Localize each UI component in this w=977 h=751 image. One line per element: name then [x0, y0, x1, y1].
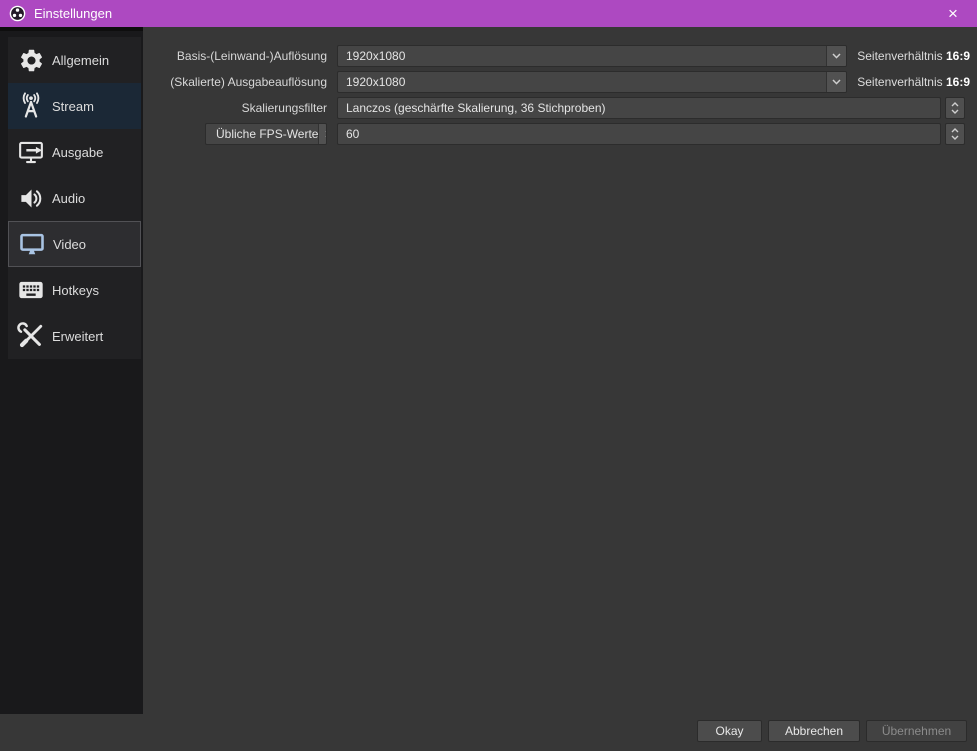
sidebar-item-video[interactable]: Video: [8, 221, 141, 267]
fps-value: 60: [346, 127, 360, 141]
sidebar-item-audio[interactable]: Audio: [8, 175, 141, 221]
output-aspect-ratio: Seitenverhältnis 16:9: [857, 75, 970, 89]
downscale-filter-row: Skalierungsfilter Lanczos (geschärfte Sk…: [151, 97, 965, 119]
base-resolution-label: Basis-(Leinwand-)Auflösung: [176, 49, 327, 63]
sidebar-item-hotkeys[interactable]: Hotkeys: [8, 267, 141, 313]
downscale-filter-label: Skalierungsfilter: [241, 101, 327, 115]
output-resolution-value: 1920x1080: [346, 75, 406, 89]
monitor-icon: [15, 230, 49, 258]
sidebar-item-label: Erweitert: [52, 328, 104, 344]
fps-type-value: Übliche FPS-Werte: [216, 127, 319, 141]
monitor-arrow-icon: [14, 138, 48, 166]
gear-icon: [14, 47, 48, 74]
apply-button: Übernehmen: [866, 720, 967, 742]
titlebar: Einstellungen ×: [0, 0, 977, 27]
base-aspect-value: 16:9: [945, 49, 970, 63]
sidebar-item-erweitert[interactable]: Erweitert: [8, 313, 141, 359]
antenna-icon: [14, 92, 48, 120]
okay-button[interactable]: Okay: [697, 720, 762, 742]
obs-logo-icon: [9, 5, 26, 22]
speaker-icon: [14, 185, 48, 212]
output-resolution-row: (Skalierte) Ausgabeauflösung 1920x1080 S…: [151, 71, 970, 93]
spinner-icon[interactable]: [945, 97, 965, 119]
cancel-button[interactable]: Abbrechen: [768, 720, 860, 742]
base-resolution-value: 1920x1080: [346, 49, 406, 63]
downscale-filter-combobox[interactable]: Lanczos (geschärfte Skalierung, 36 Stich…: [337, 97, 941, 119]
window-title: Einstellungen: [34, 6, 113, 21]
chevron-down-icon[interactable]: [826, 46, 846, 66]
base-resolution-row: Basis-(Leinwand-)Auflösung 1920x1080 Sei…: [151, 45, 970, 67]
output-resolution-label: (Skalierte) Ausgabeauflösung: [170, 75, 327, 89]
sidebar-item-label: Video: [53, 236, 87, 252]
sidebar-item-allgemein[interactable]: Allgemein: [8, 37, 141, 83]
sidebar-item-label: Allgemein: [52, 52, 110, 68]
output-resolution-combobox[interactable]: 1920x1080: [337, 71, 847, 93]
base-resolution-combobox[interactable]: 1920x1080: [337, 45, 847, 67]
fps-row: Übliche FPS-Werte 60: [151, 123, 965, 145]
base-aspect-ratio: Seitenverhältnis 16:9: [857, 49, 970, 63]
output-aspect-value: 16:9: [945, 75, 970, 89]
sidebar-item-label: Hotkeys: [52, 282, 99, 298]
fps-value-combobox[interactable]: 60: [337, 123, 941, 145]
close-icon[interactable]: ×: [938, 0, 968, 27]
downscale-filter-value: Lanczos (geschärfte Skalierung, 36 Stich…: [346, 101, 606, 115]
sidebar-item-label: Audio: [52, 190, 86, 206]
keyboard-icon: [14, 276, 48, 304]
sidebar-item-label: Stream: [52, 98, 94, 114]
spinner-icon[interactable]: [318, 124, 326, 144]
fps-type-combobox[interactable]: Übliche FPS-Werte: [205, 123, 327, 145]
chevron-down-icon[interactable]: [826, 72, 846, 92]
sidebar-item-stream[interactable]: Stream: [8, 83, 141, 129]
tools-icon: [14, 322, 48, 350]
spinner-icon[interactable]: [945, 123, 965, 145]
sidebar: Allgemein Stream Ausgabe Audio Video Hot…: [0, 27, 143, 714]
sidebar-item-ausgabe[interactable]: Ausgabe: [8, 129, 141, 175]
sidebar-item-label: Ausgabe: [52, 144, 104, 160]
